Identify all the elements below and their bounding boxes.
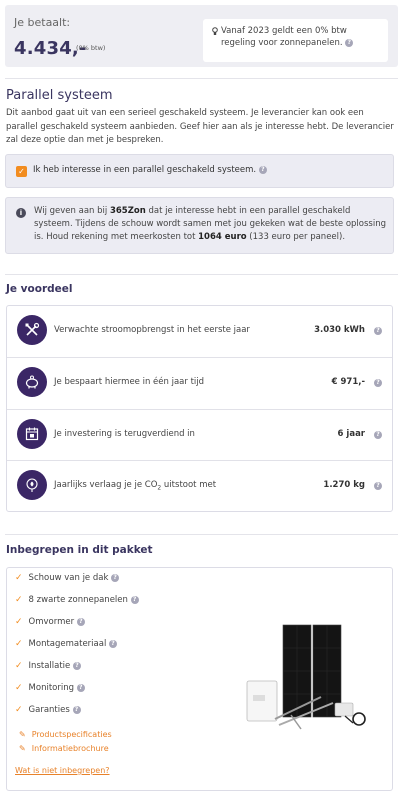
package-item: ✓ Installatie ? bbox=[15, 660, 81, 674]
benefit-row: Verwachte stroomopbrengst in het eerste … bbox=[7, 306, 392, 358]
paperclip-icon: ✎ bbox=[19, 730, 26, 739]
benefit-value: 3.030 kWh bbox=[314, 325, 365, 335]
leaf-icon bbox=[17, 470, 47, 501]
check-icon: ✓ bbox=[15, 639, 23, 649]
package-item: ✓ Omvormer ? bbox=[15, 616, 85, 630]
help-icon[interactable]: ? bbox=[76, 617, 85, 626]
benefit-label: Je investering is terugverdiend in bbox=[54, 428, 195, 439]
parallel-interest-option[interactable]: ✓ Ik heb interesse in een parallel gesch… bbox=[5, 154, 394, 188]
divider bbox=[5, 534, 398, 535]
check-icon: ✓ bbox=[15, 683, 23, 693]
information-brochure-link[interactable]: ✎ Informatiebrochure bbox=[19, 743, 109, 755]
help-icon[interactable]: ? bbox=[258, 165, 267, 174]
benefit-value: € 971,- bbox=[331, 376, 365, 387]
package-item: ✓ 8 zwarte zonnepanelen ? bbox=[15, 594, 139, 608]
parallel-info: i Wij geven aan bij 365Zon dat je intere… bbox=[5, 197, 394, 254]
benefit-label: Jaarlijks verlaag je je CO2 uitstoot met bbox=[54, 480, 217, 492]
calendar-icon bbox=[17, 418, 47, 449]
package-item: ✓ Montagemateriaal ? bbox=[15, 638, 118, 652]
benefit-value: 1.270 kg bbox=[323, 480, 365, 491]
price-vat-note: (0% btw) bbox=[76, 44, 106, 52]
help-icon[interactable]: ? bbox=[374, 482, 382, 491]
divider bbox=[5, 78, 398, 79]
solar-panel-product-image bbox=[246, 624, 366, 730]
check-icon: ✓ bbox=[15, 617, 23, 627]
parallel-interest-checkbox[interactable]: ✓ bbox=[16, 166, 27, 177]
paperclip-icon: ✎ bbox=[19, 744, 26, 753]
parallel-intro: Dit aanbod gaat uit van een serieel gesc… bbox=[6, 108, 394, 146]
benefit-row: Jaarlijks verlaag je je CO2 uitstoot met… bbox=[7, 461, 392, 511]
benefit-value: 6 jaar bbox=[337, 428, 365, 439]
benefits-list: Verwachte stroomopbrengst in het eerste … bbox=[6, 305, 393, 512]
divider bbox=[5, 274, 398, 275]
help-icon[interactable]: ? bbox=[345, 38, 354, 47]
package-item: ✓ Monitoring ? bbox=[15, 682, 85, 696]
btw-notice-text: Vanaf 2023 geldt een 0% btw regeling voo… bbox=[221, 26, 347, 49]
benefit-label: Verwachte stroomopbrengst in het eerste … bbox=[54, 325, 250, 335]
help-icon[interactable]: ? bbox=[374, 378, 382, 387]
package-title: Inbegrepen in dit pakket bbox=[6, 544, 153, 556]
not-included-link[interactable]: Wat is niet inbegrepen? bbox=[15, 765, 110, 777]
parallel-info-text: Wij geven aan bij 365Zon dat je interess… bbox=[34, 206, 386, 243]
benefit-label: Je bespaart hiermee in één jaar tijd bbox=[54, 376, 205, 387]
package-item: ✓ Garanties ? bbox=[15, 704, 81, 718]
help-icon[interactable]: ? bbox=[72, 661, 81, 670]
package-item: ✓ Schouw van je dak ? bbox=[15, 572, 120, 586]
help-icon[interactable]: ? bbox=[374, 430, 382, 439]
lightbulb-icon bbox=[212, 27, 218, 40]
page: Je betaalt: 4.434,- (0% btw) Vanaf 2023 … bbox=[0, 0, 403, 800]
help-icon[interactable]: ? bbox=[109, 639, 118, 648]
price-summary: Je betaalt: 4.434,- (0% btw) Vanaf 2023 … bbox=[5, 5, 398, 67]
help-icon[interactable]: ? bbox=[111, 573, 120, 582]
piggy-bank-icon bbox=[17, 366, 47, 397]
parallel-title: Parallel systeem bbox=[6, 88, 113, 103]
help-icon[interactable]: ? bbox=[130, 595, 139, 604]
check-icon: ✓ bbox=[15, 595, 23, 605]
benefits-title: Je voordeel bbox=[6, 283, 73, 295]
help-icon[interactable]: ? bbox=[374, 327, 382, 335]
product-specifications-link[interactable]: ✎ Productspecificaties bbox=[19, 729, 112, 741]
benefit-row: Je investering is terugverdiend in 6 jaa… bbox=[7, 410, 392, 462]
check-icon: ✓ bbox=[15, 661, 23, 671]
check-icon: ✓ bbox=[15, 705, 23, 715]
package-box: ✓ Schouw van je dak ? ✓ 8 zwarte zonnepane… bbox=[6, 567, 393, 791]
help-icon[interactable]: ? bbox=[72, 705, 81, 714]
benefit-row: Je bespaart hiermee in één jaar tijd € 9… bbox=[7, 358, 392, 410]
help-icon[interactable]: ? bbox=[76, 683, 85, 692]
price-label: Je betaalt: bbox=[14, 16, 71, 29]
tools-icon bbox=[17, 315, 47, 345]
check-icon: ✓ bbox=[15, 573, 23, 583]
parallel-interest-label: Ik heb interesse in een parallel geschak… bbox=[33, 165, 257, 175]
info-icon: i bbox=[16, 208, 26, 218]
btw-notice: Vanaf 2023 geldt een 0% btw regeling voo… bbox=[203, 19, 388, 62]
